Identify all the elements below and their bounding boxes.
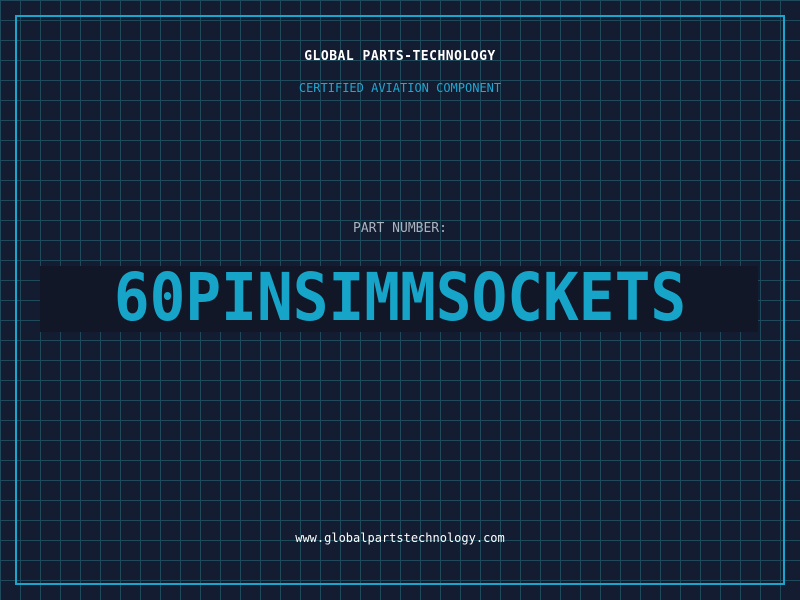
website-link[interactable]: www.globalpartstechnology.com xyxy=(0,531,800,545)
certification-subtitle: CERTIFIED AVIATION COMPONENT xyxy=(298,81,502,95)
part-number-value: 60PINSIMMSOCKETS xyxy=(113,259,687,336)
company-name: GLOBAL PARTS-TECHNOLOGY xyxy=(304,49,496,64)
part-number-label: PART NUMBER: xyxy=(353,221,447,236)
blueprint-canvas: GLOBAL PARTS-TECHNOLOGY CERTIFIED AVIATI… xyxy=(0,0,800,600)
